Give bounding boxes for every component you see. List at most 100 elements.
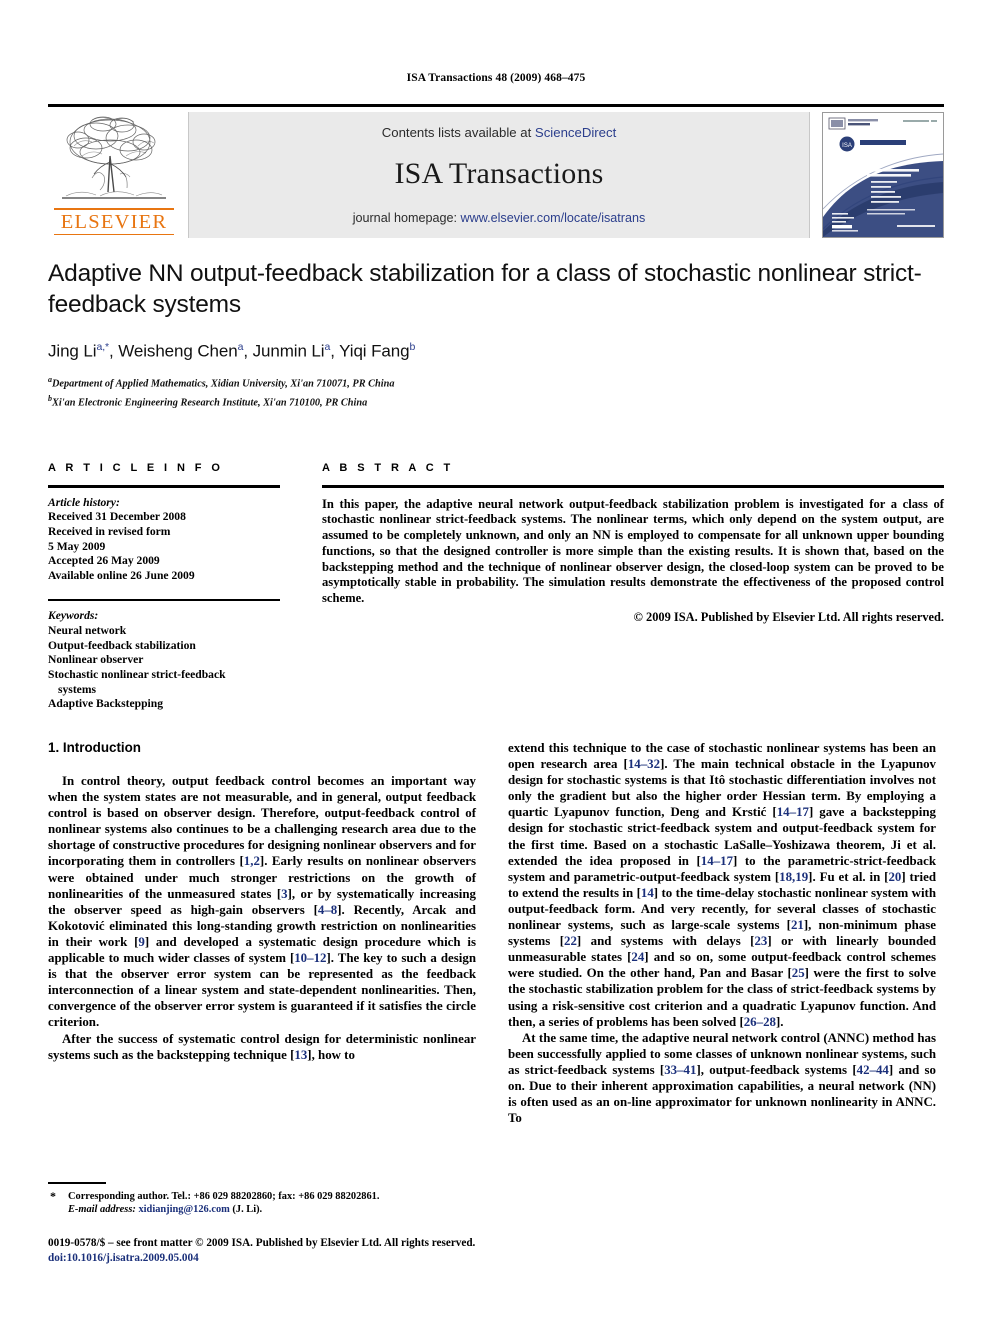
keyword-item-continuation: systems xyxy=(58,682,96,696)
doi-link[interactable]: doi:10.1016/j.isatra.2009.05.004 xyxy=(48,1251,944,1266)
contents-line: Contents lists available at ScienceDirec… xyxy=(189,125,809,140)
citation-ref[interactable]: 20 xyxy=(888,870,901,884)
abstract-body: In this paper, the adaptive neural netwo… xyxy=(322,496,944,606)
citation-ref[interactable]: 10–12 xyxy=(294,951,326,965)
paragraph: In control theory, output feedback contr… xyxy=(48,773,476,1031)
homepage-prefix: journal homepage: xyxy=(352,211,461,225)
citation-ref[interactable]: 18,19 xyxy=(779,870,808,884)
running-head: ISA Transactions 48 (2009) 468–475 xyxy=(406,72,586,84)
footnote-rule xyxy=(48,1182,106,1184)
citation-ref[interactable]: 24 xyxy=(631,950,644,964)
page-title: Adaptive NN output-feedback stabilizatio… xyxy=(48,260,922,318)
author-name: Weisheng Chen xyxy=(118,341,238,361)
citation-ref[interactable]: 14–17 xyxy=(777,805,809,819)
author-name: Junmin Li xyxy=(252,341,325,361)
citation-ref[interactable]: 21 xyxy=(791,918,804,932)
footnote-text: * Corresponding author. Tel.: +86 029 88… xyxy=(48,1188,476,1217)
author-list: Jing Lia,*, Weisheng Chena, Junmin Lia, … xyxy=(48,341,416,361)
title-block: Adaptive NN output-feedback stabilizatio… xyxy=(48,258,944,411)
homepage-line: journal homepage: www.elsevier.com/locat… xyxy=(189,211,809,225)
history-item: Accepted 26 May 2009 xyxy=(48,554,160,568)
citation-ref[interactable]: 33–41 xyxy=(664,1063,696,1077)
contents-prefix: Contents lists available at xyxy=(381,125,535,140)
paragraph-text: ]. xyxy=(775,1014,784,1029)
article-history: Article history: Received 31 December 20… xyxy=(48,496,280,584)
journal-cover-thumbnail: ISA xyxy=(822,112,944,238)
citation-ref[interactable]: 26–28 xyxy=(744,1015,776,1029)
footnote-email-link[interactable]: xidianjing@126.com xyxy=(138,1204,229,1215)
history-item: Available online 26 June 2009 xyxy=(48,569,195,583)
abstract-column: A B S T R A C T In this paper, the adapt… xyxy=(322,462,944,625)
paragraph: After the success of systematic control … xyxy=(48,1031,476,1063)
citation-ref[interactable]: 42–44 xyxy=(857,1063,889,1077)
right-column: extend this technique to the case of sto… xyxy=(508,740,936,1126)
footnote-star-marker: * xyxy=(50,1188,56,1203)
body-columns: 1. Introduction In control theory, outpu… xyxy=(48,740,944,1220)
elsevier-overline xyxy=(54,208,174,210)
issn-copyright-line: 0019-0578/$ – see front matter © 2009 IS… xyxy=(48,1237,476,1249)
corresponding-author-footnote: * Corresponding author. Tel.: +86 029 88… xyxy=(48,1182,476,1217)
left-column: 1. Introduction In control theory, outpu… xyxy=(48,740,476,1063)
keyword-item: Output-feedback stabilization xyxy=(48,638,196,652)
article-info-column: A R T I C L E I N F O Article history: R… xyxy=(48,462,280,712)
author-marks: a xyxy=(324,341,331,353)
article-history-label: Article history: xyxy=(48,495,120,509)
keyword-item: Neural network xyxy=(48,623,127,637)
citation-ref[interactable]: 14–17 xyxy=(701,854,733,868)
keyword-item: Nonlinear observer xyxy=(48,653,144,667)
affiliation-text: Xi'an Electronic Engineering Research In… xyxy=(52,397,368,408)
affiliation-item: bXi'an Electronic Engineering Research I… xyxy=(48,392,944,411)
history-item: Received in revised form xyxy=(48,524,171,538)
article-info-rule xyxy=(48,485,280,488)
sciencedirect-link[interactable]: ScienceDirect xyxy=(535,125,616,140)
affiliation-list: aDepartment of Applied Mathematics, Xidi… xyxy=(48,373,944,411)
citation-ref[interactable]: 25 xyxy=(792,966,805,980)
homepage-link[interactable]: www.elsevier.com/locate/isatrans xyxy=(461,211,646,225)
affiliation-item: aDepartment of Applied Mathematics, Xidi… xyxy=(48,373,944,392)
footnote-contact: Corresponding author. Tel.: +86 029 8820… xyxy=(68,1190,380,1202)
footnote-email-suffix: (J. Li). xyxy=(232,1204,263,1216)
author-marks: a,* xyxy=(96,341,109,353)
paragraph: extend this technique to the case of sto… xyxy=(508,740,936,1030)
journal-title: ISA Transactions xyxy=(394,157,604,190)
paragraph-text: ], how to xyxy=(307,1047,355,1062)
keyword-item: Adaptive Backstepping xyxy=(48,697,163,711)
citation-ref[interactable]: 1,2 xyxy=(244,854,260,868)
paragraph-text: After the success of systematic control … xyxy=(48,1031,476,1062)
elsevier-wordmark: ELSEVIER xyxy=(60,210,168,233)
article-info-heading: A R T I C L E I N F O xyxy=(48,462,224,474)
author-name: Jing Li xyxy=(48,341,97,361)
citation-ref[interactable]: 4–8 xyxy=(318,903,337,917)
keywords-rule xyxy=(48,598,280,602)
history-item: Received 31 December 2008 xyxy=(48,510,186,524)
affiliation-text: Department of Applied Mathematics, Xidia… xyxy=(52,378,395,390)
abstract-heading: A B S T R A C T xyxy=(322,462,454,474)
abstract-rule xyxy=(322,485,944,488)
paragraph-text: ]. Fu et al. in [ xyxy=(808,869,889,884)
citation-ref[interactable]: 23 xyxy=(754,934,767,948)
citation-ref[interactable]: 14 xyxy=(641,886,654,900)
history-item: 5 May 2009 xyxy=(48,539,106,553)
keywords-label: Keywords: xyxy=(48,609,99,623)
author-name: Yiqi Fang xyxy=(339,341,410,361)
elsevier-tree-icon xyxy=(48,112,180,208)
paragraph: At the same time, the adaptive neural ne… xyxy=(508,1030,936,1127)
abstract-copyright: © 2009 ISA. Published by Elsevier Ltd. A… xyxy=(633,610,944,625)
svg-text:ISA: ISA xyxy=(842,143,852,149)
journal-band: Contents lists available at ScienceDirec… xyxy=(188,112,810,238)
paragraph-text: ], output-feedback systems [ xyxy=(696,1062,857,1077)
paragraph-text: ] and systems with delays [ xyxy=(576,934,755,949)
masthead-top-rule xyxy=(48,104,944,107)
footnote-email-label: E-mail address: xyxy=(68,1204,136,1216)
citation-ref[interactable]: 14–32 xyxy=(628,757,660,771)
section-heading-introduction: 1. Introduction xyxy=(48,740,141,755)
citation-ref[interactable]: 13 xyxy=(294,1048,307,1062)
author-marks: b xyxy=(409,341,416,353)
citation-ref[interactable]: 22 xyxy=(564,934,577,948)
article-page: ISA Transactions 48 (2009) 468–475 ELSEV… xyxy=(0,0,992,1323)
elsevier-logo: ELSEVIER xyxy=(48,112,180,238)
page-footer: 0019-0578/$ – see front matter © 2009 IS… xyxy=(48,1236,944,1266)
elsevier-underline xyxy=(54,233,174,235)
journal-masthead: ELSEVIER Contents lists available at Sci… xyxy=(48,104,944,238)
keyword-item: Stochastic nonlinear strict-feedback xyxy=(48,668,226,682)
